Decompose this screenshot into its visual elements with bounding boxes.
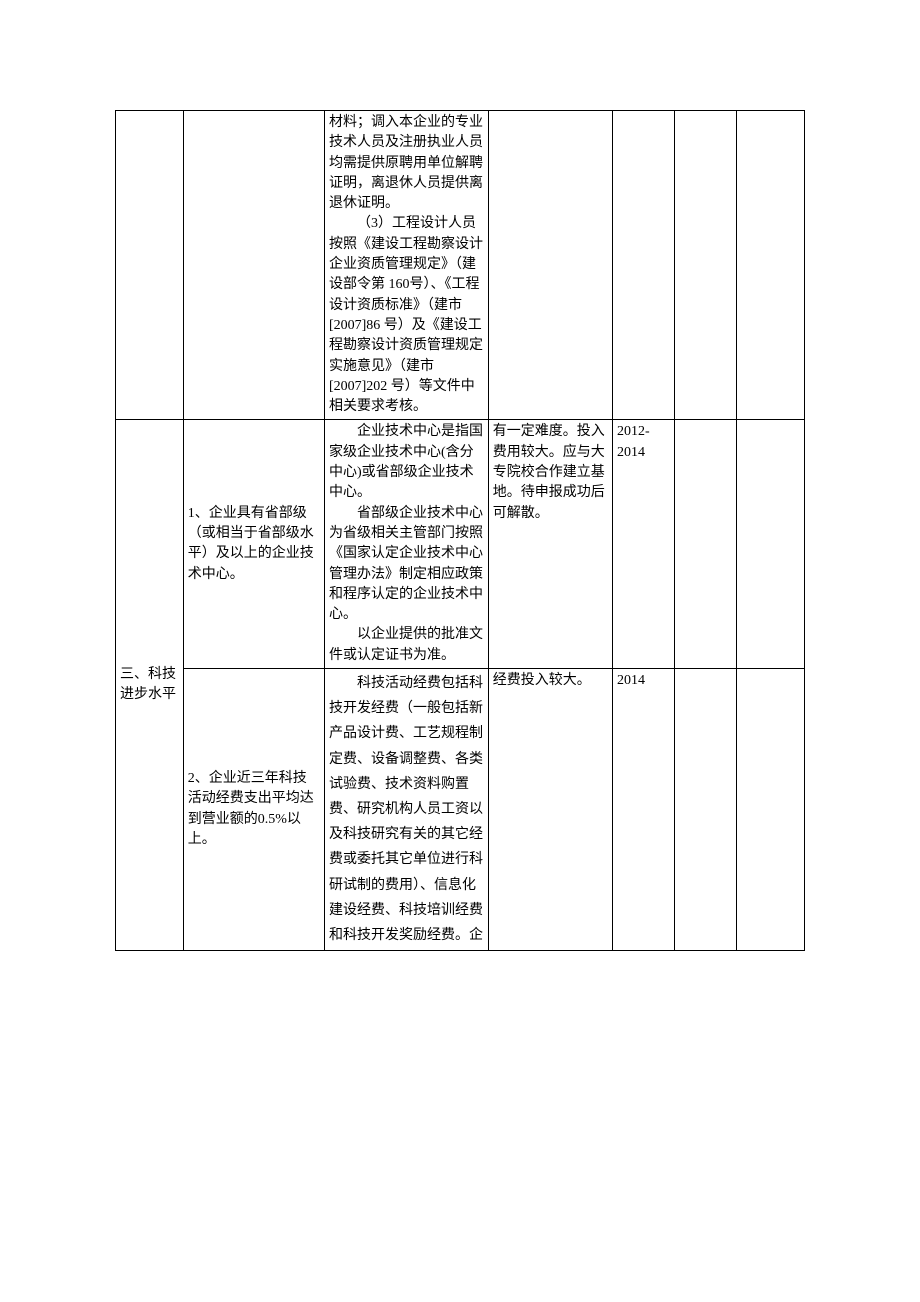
cell-section-title: 三、科技进步水平 — [116, 420, 184, 951]
text: 以企业提供的批准文件或认定证书为准。 — [329, 625, 484, 666]
text: 省部级企业技术中心为省级相关主管部门按照《国家认定企业技术中心管理办法》制定相应… — [329, 504, 484, 626]
item-text: 1、企业具有省部级（或相当于省部级水平）及以上的企业技术中心。 — [188, 506, 314, 582]
cell-item: 1、企业具有省部级（或相当于省部级水平）及以上的企业技术中心。 — [183, 420, 324, 669]
cell-remark: 有一定难度。投入费用较大。应与大专院校合作建立基地。待申报成功后可解散。 — [488, 420, 612, 669]
cell-empty — [737, 111, 805, 420]
remark-text: 经费投入较大。 — [493, 673, 591, 688]
cell-desc: 企业技术中心是指国家级企业技术中心(含分中心)或省部级企业技术中心。 省部级企业… — [324, 420, 488, 669]
cell-section-prev — [116, 111, 184, 420]
cell-empty — [675, 420, 737, 669]
cell-desc-prev: 材料；调入本企业的专业技术人员及注册执业人员均需提供原聘用单位解聘证明，离退休人… — [324, 111, 488, 420]
cell-empty — [675, 111, 737, 420]
remark-text: 有一定难度。投入费用较大。应与大专院校合作建立基地。待申报成功后可解散。 — [493, 424, 605, 520]
section-title: 三、科技进步水平 — [120, 667, 176, 702]
text: 企业技术中心是指国家级企业技术中心(含分中心)或省部级企业技术中心。 — [329, 422, 484, 503]
table-row: 材料；调入本企业的专业技术人员及注册执业人员均需提供原聘用单位解聘证明，离退休人… — [116, 111, 805, 420]
cell-date: 2014 — [612, 669, 674, 951]
text: 材料；调入本企业的专业技术人员及注册执业人员均需提供原聘用单位解聘证明，离退休人… — [329, 115, 483, 211]
main-table: 材料；调入本企业的专业技术人员及注册执业人员均需提供原聘用单位解聘证明，离退休人… — [115, 110, 805, 951]
date-text: 2014 — [617, 673, 645, 688]
cell-empty — [737, 420, 805, 669]
table-row: 三、科技进步水平 1、企业具有省部级（或相当于省部级水平）及以上的企业技术中心。… — [116, 420, 805, 669]
cell-date: 2012-2014 — [612, 420, 674, 669]
cell-empty — [675, 669, 737, 951]
text: 科技活动经费包括科技开发经费（一般包括新产品设计费、工艺规程制定费、设备调整费、… — [329, 671, 484, 948]
cell-empty — [737, 669, 805, 951]
table-row: 2、企业近三年科技活动经费支出平均达到营业额的0.5%以上。 科技活动经费包括科… — [116, 669, 805, 951]
item-text: 2、企业近三年科技活动经费支出平均达到营业额的0.5%以上。 — [188, 771, 314, 847]
cell-remark: 经费投入较大。 — [488, 669, 612, 951]
cell-empty — [612, 111, 674, 420]
date-text: 2012-2014 — [617, 424, 650, 459]
cell-desc: 科技活动经费包括科技开发经费（一般包括新产品设计费、工艺规程制定费、设备调整费、… — [324, 669, 488, 951]
cell-item-prev — [183, 111, 324, 420]
cell-empty — [488, 111, 612, 420]
cell-item: 2、企业近三年科技活动经费支出平均达到营业额的0.5%以上。 — [183, 669, 324, 951]
document-page: 材料；调入本企业的专业技术人员及注册执业人员均需提供原聘用单位解聘证明，离退休人… — [0, 0, 920, 1302]
text: （3）工程设计人员按照《建设工程勘察设计企业资质管理规定》（建设部令第 160号… — [329, 214, 484, 417]
